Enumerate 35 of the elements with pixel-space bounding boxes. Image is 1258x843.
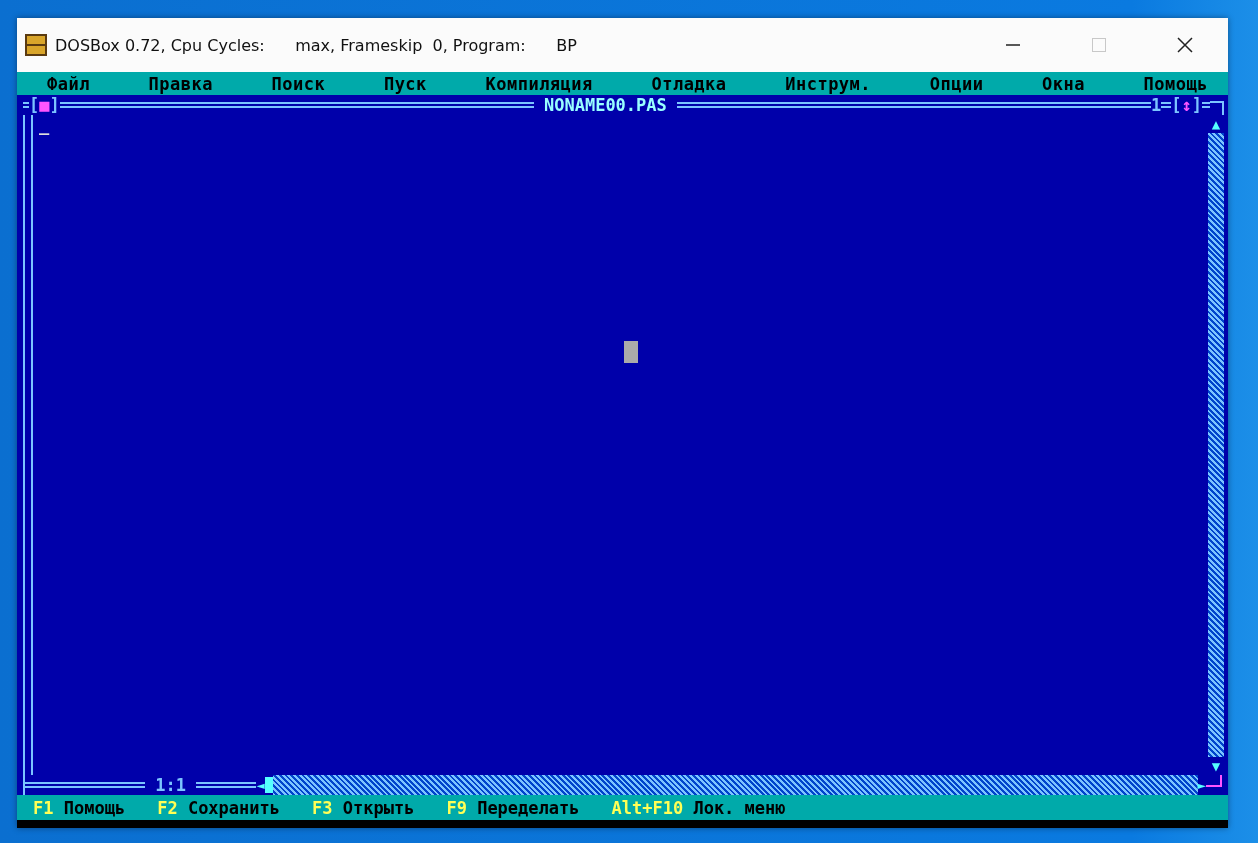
- scroll-down-arrow[interactable]: ▼: [1211, 757, 1221, 775]
- menu-item[interactable]: Правка: [148, 73, 213, 94]
- menu-item[interactable]: Отладка: [651, 73, 727, 94]
- mouse-cursor: [624, 341, 638, 363]
- shortcut-hint[interactable]: F3 Открыть: [312, 797, 415, 818]
- frame-line: [1161, 102, 1172, 108]
- scroll-left-arrow[interactable]: ◄: [256, 776, 265, 794]
- resize-corner-icon[interactable]: [1206, 775, 1222, 787]
- menu-item[interactable]: Помощь: [1143, 73, 1208, 94]
- menu-item[interactable]: Опции: [929, 73, 984, 94]
- frame-line: [196, 782, 257, 788]
- menu-item[interactable]: Компиляция: [485, 73, 593, 94]
- text-cursor: _: [39, 115, 50, 135]
- file-name: NONAME00.PAS: [542, 95, 668, 115]
- window-number: 1: [1151, 95, 1162, 115]
- scroll-up-arrow[interactable]: ▲: [1211, 115, 1221, 133]
- frame-corner: [1210, 101, 1224, 115]
- frame-line: [1202, 102, 1210, 108]
- close-box[interactable]: [■]: [29, 95, 60, 115]
- frame-line: [23, 102, 29, 108]
- scroll-right-arrow[interactable]: ►: [1197, 776, 1206, 794]
- app-logo-icon: [25, 34, 47, 56]
- menu-item[interactable]: Окна: [1042, 73, 1085, 94]
- zoom-box[interactable]: [↕]: [1171, 95, 1202, 115]
- shortcut-hint[interactable]: F2 Сохранить: [157, 797, 280, 818]
- scroll-thumb[interactable]: [264, 777, 273, 793]
- window-title: DOSBox 0.72, Cpu Cycles: max, Frameskip 0, Program: BP: [55, 35, 578, 55]
- menu-item[interactable]: Файл: [47, 73, 90, 94]
- menu-item[interactable]: Поиск: [271, 73, 326, 94]
- menu-item[interactable]: Пуск: [383, 73, 427, 94]
- shortcut-hint[interactable]: F1 Помощь: [33, 797, 126, 818]
- shortcut-hint[interactable]: F9 Переделать: [446, 797, 580, 818]
- shortcut-hint[interactable]: Alt+F10 Лок. меню: [611, 797, 786, 818]
- cursor-position: 1:1: [154, 775, 187, 795]
- menu-item[interactable]: Инструм.: [785, 73, 872, 94]
